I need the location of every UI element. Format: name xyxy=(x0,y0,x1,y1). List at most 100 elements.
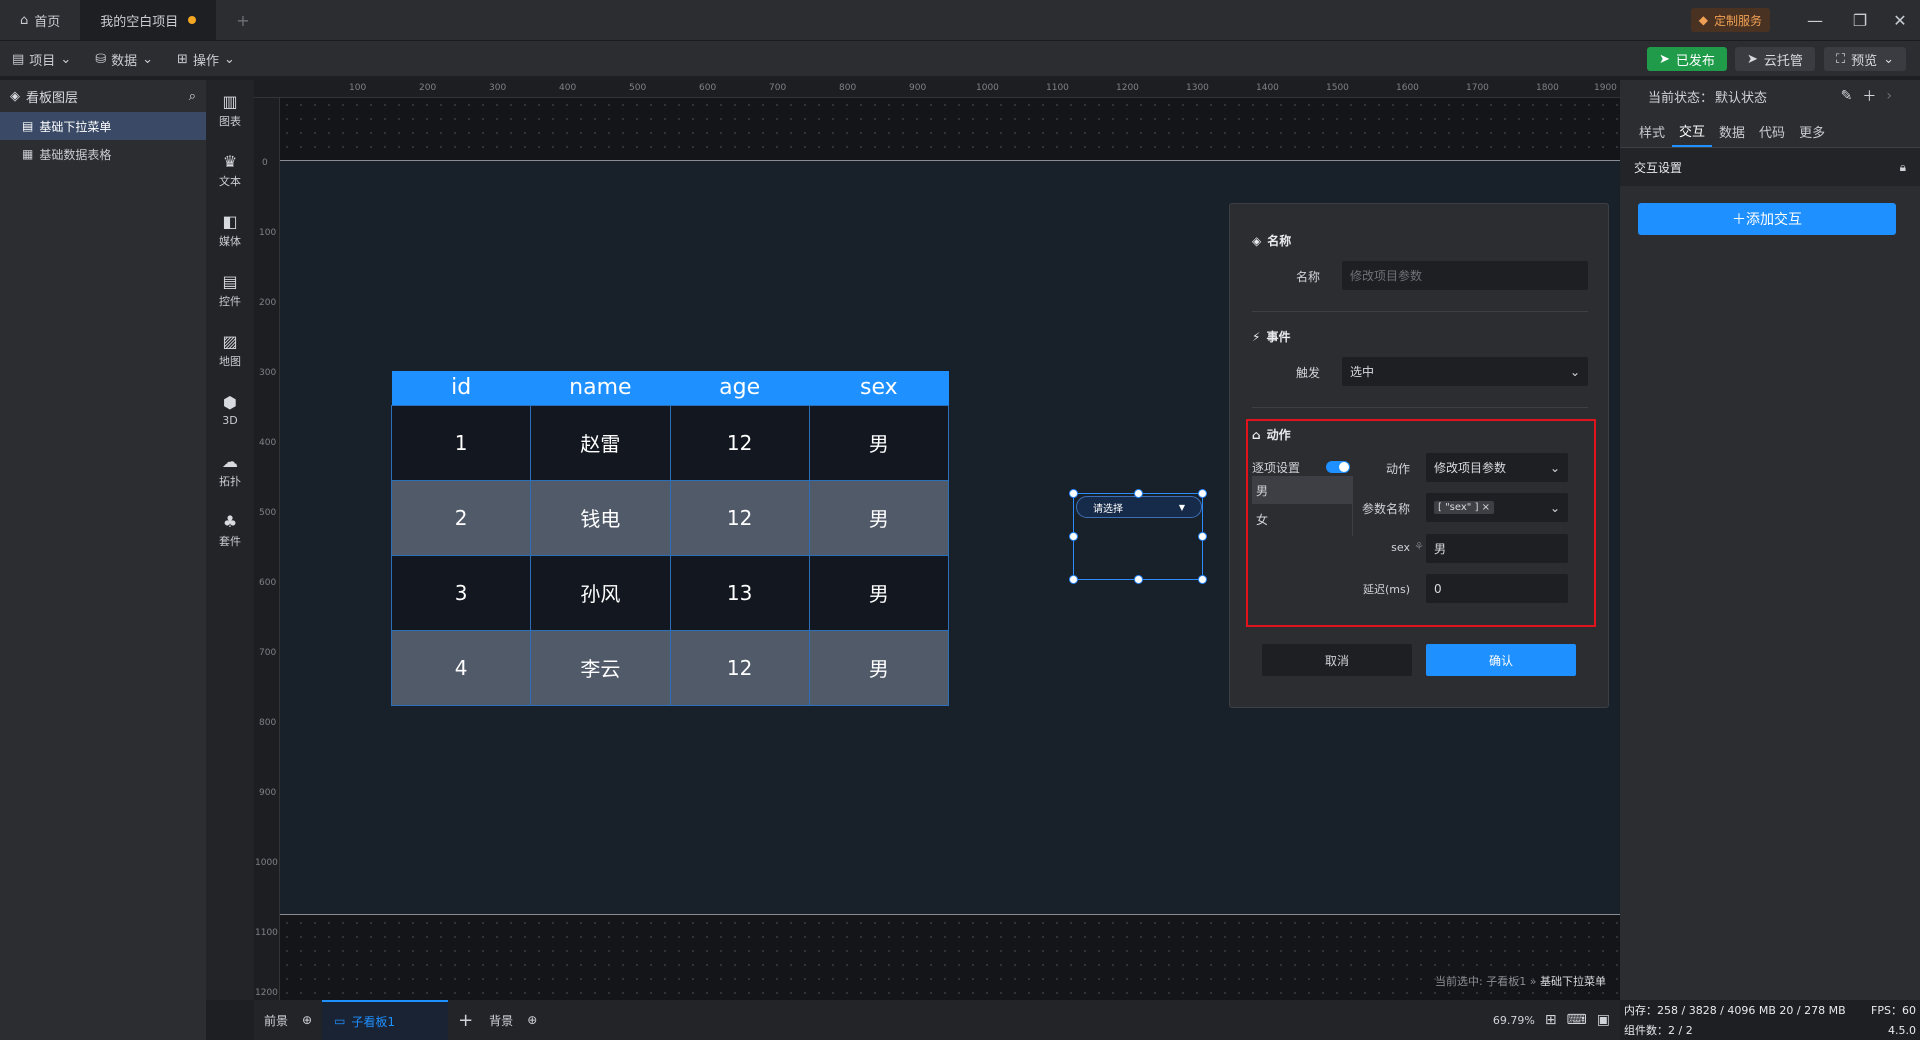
comp-topology[interactable]: ☁ 拓扑 xyxy=(206,440,254,500)
tab-background[interactable]: 背景 ⊕ xyxy=(483,1012,543,1029)
resize-handle[interactable] xyxy=(1134,489,1143,498)
tab-code[interactable]: 代码 xyxy=(1752,115,1792,147)
table-row[interactable]: 2 钱电 12 男 xyxy=(390,479,950,556)
dropdown-select[interactable]: 请选择 ▼ xyxy=(1076,496,1202,518)
resize-handle[interactable] xyxy=(1069,575,1078,584)
chevron-right-icon[interactable]: › xyxy=(1886,88,1892,104)
restore-button[interactable]: ❐ xyxy=(1845,8,1875,32)
param-tag[interactable]: [ "sex" ] × xyxy=(1434,501,1495,514)
comp-kit[interactable]: ♣ 套件 xyxy=(206,500,254,560)
action-select[interactable]: 修改项目参数 ⌄ xyxy=(1426,453,1568,482)
resize-handle[interactable] xyxy=(1069,489,1078,498)
home-icon: ⌂ xyxy=(20,12,29,28)
menu-data[interactable]: ⛁ 数据 ⌄ xyxy=(83,41,165,77)
table-row[interactable]: 3 孙风 13 男 xyxy=(390,554,950,631)
zoom-level[interactable]: 69.79% xyxy=(1493,1014,1535,1027)
plus-icon: ＋ xyxy=(1732,212,1746,228)
published-button[interactable]: ➤ 已发布 xyxy=(1647,47,1727,71)
comp-3d[interactable]: ⬢ 3D xyxy=(206,380,254,440)
comp-map[interactable]: ▨ 地图 xyxy=(206,320,254,380)
per-item-toggle[interactable] xyxy=(1326,461,1350,473)
resize-handle[interactable] xyxy=(1198,575,1207,584)
custom-service-button[interactable]: ◆ 定制服务 xyxy=(1690,8,1770,32)
tab-interaction[interactable]: 交互 xyxy=(1672,115,1713,147)
layer-item-table[interactable]: ▦ 基础数据表格 xyxy=(0,140,206,168)
layers-header: ◈ 看板图层 ⌕ xyxy=(10,88,196,106)
table-row[interactable]: 4 李云 12 男 xyxy=(390,629,950,706)
trigger-select[interactable]: 选中 ⌄ xyxy=(1342,357,1588,386)
keyboard-icon[interactable]: ⌨ xyxy=(1567,1012,1587,1028)
add-circle-icon[interactable]: ⊕ xyxy=(527,1013,537,1027)
confirm-button[interactable]: 确认 xyxy=(1426,644,1576,676)
resize-handle[interactable] xyxy=(1069,532,1078,541)
close-button[interactable]: ✕ xyxy=(1885,8,1915,32)
title-bar: ⌂ 首页 我的空白项目 + ◆ 定制服务 — ❐ ✕ xyxy=(0,0,1920,40)
name-section-title: ◈ 名称 xyxy=(1252,233,1292,249)
tab-home-label: 首页 xyxy=(34,14,61,30)
comp-control[interactable]: ▤ 控件 xyxy=(206,260,254,320)
table-header: id xyxy=(391,371,531,405)
close-icon[interactable]: × xyxy=(1482,502,1490,513)
component-palette: ▥ 图表 ♛ 文本 ◧ 媒体 ▤ 控件 ▨ 地图 ⬢ 3D ☁ 拓扑 ♣ 套件 xyxy=(206,80,254,1000)
add-circle-icon[interactable]: ⊕ xyxy=(302,1013,312,1027)
search-icon[interactable]: ⌕ xyxy=(189,89,196,104)
comp-chart[interactable]: ▥ 图表 xyxy=(206,80,254,140)
tab-foreground[interactable]: 前景 ⊕ xyxy=(254,1012,322,1029)
new-tab-button[interactable]: + xyxy=(216,0,269,40)
layer-item-dropdown[interactable]: ▤ 基础下拉菜单 xyxy=(0,112,206,140)
tab-subboard[interactable]: ▭ 子看板1 xyxy=(322,1000,449,1040)
edit-icon[interactable]: ✎ xyxy=(1841,88,1853,104)
data-table[interactable]: id name age sex 1 赵雷 12 男 2 钱电 12 男 3 孙风… xyxy=(390,371,950,706)
table-row[interactable]: 1 赵雷 12 男 xyxy=(390,404,950,481)
menu-project[interactable]: ▤ 项目 ⌄ xyxy=(0,41,83,77)
tab-project[interactable]: 我的空白项目 xyxy=(80,0,217,40)
component-count: 组件数：2 / 2 xyxy=(1624,1024,1693,1037)
table-cell: 钱电 xyxy=(530,479,671,556)
cloud-hosting-button[interactable]: ➤ 云托管 xyxy=(1735,47,1815,71)
current-state: 当前状态： 默认状态 xyxy=(1648,90,1768,106)
plus-icon[interactable]: ＋ xyxy=(1862,86,1876,106)
param-name-select[interactable]: [ "sex" ] × ⌄ xyxy=(1426,493,1568,522)
add-interaction-button[interactable]: ＋ 添加交互 xyxy=(1638,203,1896,235)
dropdown-widget[interactable]: 请选择 ▼ xyxy=(1069,489,1207,584)
cancel-button[interactable]: 取消 xyxy=(1262,644,1412,676)
option-item-female[interactable]: 女 xyxy=(1252,505,1352,533)
tab-home[interactable]: ⌂ 首页 xyxy=(0,0,80,40)
dropdown-layer-icon: ▤ xyxy=(22,119,34,133)
add-board-button[interactable]: + xyxy=(448,1010,483,1031)
resize-handle[interactable] xyxy=(1198,489,1207,498)
status-bar: 内存：258 / 3828 / 4096 MB 20 / 278 MB FPS：… xyxy=(1620,1000,1920,1040)
toolbar: ▤ 项目 ⌄ ⛁ 数据 ⌄ ⊞ 操作 ⌄ ➤ 已发布 ➤ 云托管 ⛶ 预览 ⌄ xyxy=(0,40,1920,76)
resize-handle[interactable] xyxy=(1198,532,1207,541)
menu-operate[interactable]: ⊞ 操作 ⌄ xyxy=(165,41,247,77)
tab-data[interactable]: 数据 xyxy=(1712,115,1752,147)
table-header: sex xyxy=(809,371,949,405)
minimize-button[interactable]: — xyxy=(1800,8,1830,32)
cube-icon: ⬢ xyxy=(223,393,237,412)
board-tabs-bar: 前景 ⊕ ▭ 子看板1 + 背景 ⊕ 69.79% ⊞ ⌨ ▣ xyxy=(254,1000,1620,1040)
bind-icon[interactable]: ⚘ xyxy=(1414,540,1424,553)
ruler-left: 0 100 200 300 400 500 600 700 800 900 10… xyxy=(254,98,280,1000)
lock-icon[interactable]: 🔒︎ xyxy=(1900,160,1906,175)
tab-more[interactable]: 更多 xyxy=(1792,115,1832,147)
memory-status: 内存：258 / 3828 / 4096 MB 20 / 278 MB xyxy=(1624,1004,1846,1017)
sex-value-input[interactable]: 男 xyxy=(1426,534,1568,563)
delay-input[interactable]: 0 xyxy=(1426,574,1568,603)
comp-media[interactable]: ◧ 媒体 xyxy=(206,200,254,260)
table-header-row: id name age sex xyxy=(391,371,949,405)
diamond-outline-icon: ◈ xyxy=(1252,233,1262,248)
terminal-icon[interactable]: ▣ xyxy=(1597,1012,1610,1028)
name-input[interactable]: 修改项目参数 xyxy=(1342,261,1588,290)
table-cell: 男 xyxy=(808,554,950,631)
fit-screen-icon[interactable]: ⊞ xyxy=(1545,1012,1557,1028)
unsaved-dot xyxy=(188,16,197,24)
comp-text[interactable]: ♛ 文本 xyxy=(206,140,254,200)
preview-button[interactable]: ⛶ 预览 ⌄ xyxy=(1824,47,1907,71)
map-icon: ▨ xyxy=(222,331,238,351)
divider xyxy=(1252,311,1588,312)
tab-style[interactable]: 样式 xyxy=(1632,115,1672,147)
kit-icon: ♣ xyxy=(222,511,238,531)
interaction-settings-header: 交互设置 🔒︎ xyxy=(1620,148,1920,186)
resize-handle[interactable] xyxy=(1134,575,1143,584)
option-item-male[interactable]: 男 xyxy=(1252,476,1352,504)
